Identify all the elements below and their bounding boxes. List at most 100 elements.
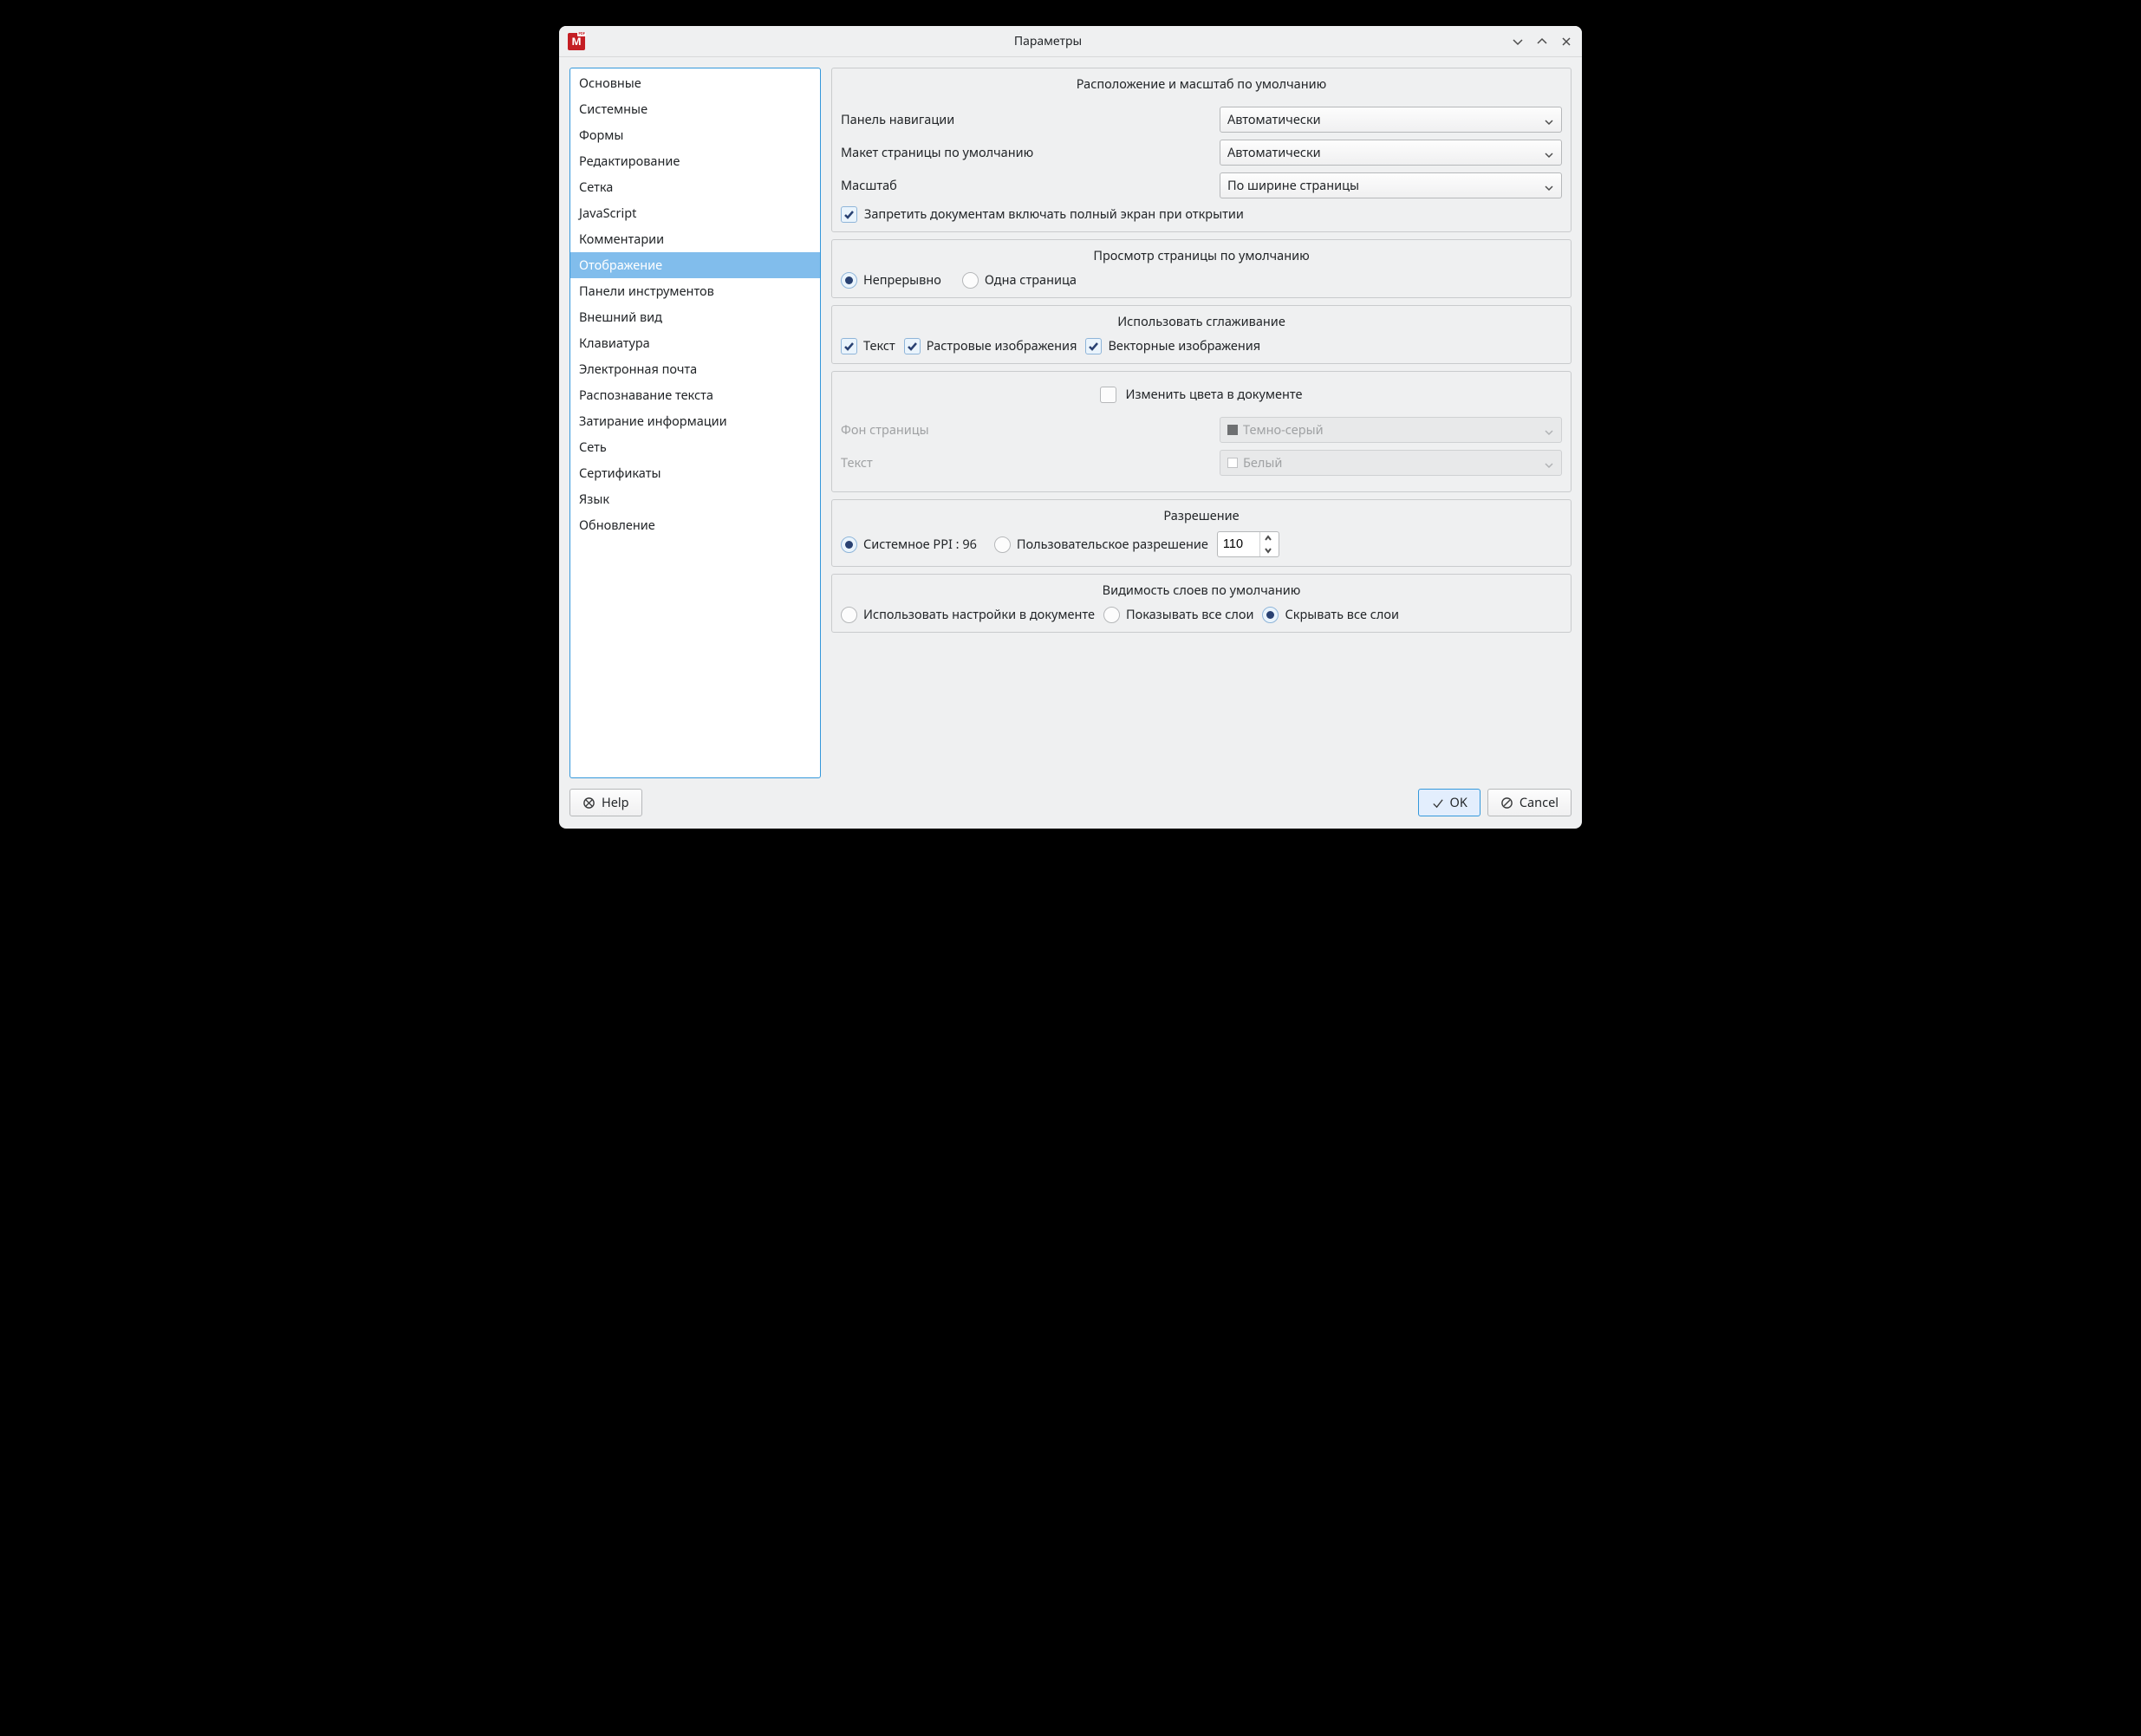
app-icon: M (568, 33, 585, 50)
text-color-label: Текст (841, 454, 1220, 471)
group-page-view: Просмотр страницы по умолчанию Непрерывн… (831, 239, 1572, 298)
ok-button-label: OK (1450, 794, 1467, 811)
show-all-layers-label: Показывать все слои (1126, 606, 1254, 623)
group-colors: Изменить цвета в документе Фон страницы … (831, 371, 1572, 492)
smooth-raster-label: Растровые изображения (927, 337, 1077, 354)
single-page-label: Одна страница (985, 271, 1077, 289)
hide-all-layers-radio[interactable] (1262, 607, 1279, 623)
window-title: Параметры (585, 33, 1511, 49)
close-icon[interactable] (1559, 35, 1573, 49)
spin-up-button[interactable] (1260, 532, 1277, 544)
group-layout-title: Расположение и масштаб по умолчанию (841, 74, 1562, 100)
system-ppi-label: Системное PPI : 96 (863, 536, 977, 553)
white-swatch-icon (1227, 458, 1238, 468)
sidebar-item-ocr[interactable]: Распознавание текста (570, 382, 820, 408)
dialog-footer: Help OK Cancel (559, 789, 1582, 829)
disable-fullscreen-checkbox[interactable] (841, 206, 857, 223)
page-bg-combo: Темно-серый (1220, 417, 1562, 443)
group-page-view-title: Просмотр страницы по умолчанию (841, 245, 1562, 271)
custom-resolution-input[interactable] (1218, 537, 1259, 551)
chevron-down-icon (1544, 425, 1554, 435)
group-smoothing-title: Использовать сглаживание (841, 311, 1562, 337)
system-ppi-radio[interactable] (841, 536, 857, 553)
sidebar-item-display[interactable]: Отображение (570, 252, 820, 278)
page-bg-value: Темно-серый (1227, 421, 1324, 439)
page-layout-label: Макет страницы по умолчанию (841, 144, 1220, 161)
sidebar-item-javascript[interactable]: JavaScript (570, 200, 820, 226)
sidebar-item-editing[interactable]: Редактирование (570, 148, 820, 174)
sidebar-item-email[interactable]: Электронная почта (570, 356, 820, 382)
sidebar-item-grid[interactable]: Сетка (570, 174, 820, 200)
settings-panel: Расположение и масштаб по умолчанию Пане… (831, 68, 1572, 778)
custom-resolution-spinbox[interactable] (1217, 531, 1279, 557)
group-layers-title: Видимость слоев по умолчанию (841, 580, 1562, 606)
maximize-icon[interactable] (1535, 35, 1549, 49)
help-icon (582, 796, 595, 809)
titlebar: M Параметры (559, 26, 1582, 57)
preferences-window: M Параметры Основные Системные Формы Ред… (559, 26, 1582, 829)
cancel-icon (1500, 796, 1513, 809)
group-smoothing: Использовать сглаживание Текст Растровые… (831, 305, 1572, 364)
page-layout-combo[interactable]: Автоматически (1220, 140, 1562, 166)
smooth-raster-checkbox[interactable] (904, 338, 921, 354)
change-colors-checkbox[interactable] (1100, 387, 1116, 403)
ok-button[interactable]: OK (1418, 789, 1480, 816)
custom-resolution-radio[interactable] (994, 536, 1011, 553)
page-layout-value: Автоматически (1227, 144, 1321, 161)
chevron-down-icon (1544, 180, 1554, 191)
sidebar-item-appearance[interactable]: Внешний вид (570, 304, 820, 330)
page-bg-label: Фон страницы (841, 421, 1220, 439)
smooth-vector-checkbox[interactable] (1085, 338, 1102, 354)
darkgray-swatch-icon (1227, 425, 1238, 435)
window-controls (1511, 35, 1573, 49)
sidebar-item-redaction[interactable]: Затирание информации (570, 408, 820, 434)
smooth-vector-label: Векторные изображения (1108, 337, 1260, 354)
nav-panel-combo[interactable]: Автоматически (1220, 107, 1562, 133)
sidebar-item-comments[interactable]: Комментарии (570, 226, 820, 252)
text-color-combo: Белый (1220, 450, 1562, 476)
group-layout: Расположение и масштаб по умолчанию Пане… (831, 68, 1572, 232)
single-page-radio[interactable] (962, 272, 979, 289)
spin-down-button[interactable] (1260, 544, 1277, 556)
sidebar-item-system[interactable]: Системные (570, 96, 820, 122)
zoom-value: По ширине страницы (1227, 177, 1359, 194)
group-layers: Видимость слоев по умолчанию Использоват… (831, 574, 1572, 633)
disable-fullscreen-label: Запретить документам включать полный экр… (864, 205, 1244, 223)
sidebar-item-keyboard[interactable]: Клавиатура (570, 330, 820, 356)
change-colors-label: Изменить цвета в документе (1125, 386, 1302, 403)
minimize-icon[interactable] (1511, 35, 1525, 49)
hide-all-layers-label: Скрывать все слои (1285, 606, 1399, 623)
sidebar-item-certificates[interactable]: Сертификаты (570, 460, 820, 486)
text-color-value: Белый (1227, 454, 1282, 471)
zoom-label: Масштаб (841, 177, 1220, 194)
group-resolution: Разрешение Системное PPI : 96 Пользовате… (831, 499, 1572, 567)
zoom-combo[interactable]: По ширине страницы (1220, 172, 1562, 198)
chevron-down-icon (1544, 147, 1554, 158)
use-doc-layers-label: Использовать настройки в документе (863, 606, 1095, 623)
category-sidebar: Основные Системные Формы Редактирование … (569, 68, 821, 778)
nav-panel-value: Автоматически (1227, 111, 1321, 128)
sidebar-item-network[interactable]: Сеть (570, 434, 820, 460)
cancel-button-label: Cancel (1520, 794, 1559, 811)
sidebar-item-toolbars[interactable]: Панели инструментов (570, 278, 820, 304)
continuous-radio[interactable] (841, 272, 857, 289)
help-button[interactable]: Help (569, 789, 642, 816)
check-icon (1431, 796, 1444, 809)
sidebar-item-language[interactable]: Язык (570, 486, 820, 512)
smooth-text-label: Текст (863, 337, 895, 354)
group-resolution-title: Разрешение (841, 505, 1562, 531)
cancel-button[interactable]: Cancel (1487, 789, 1572, 816)
use-doc-layers-radio[interactable] (841, 607, 857, 623)
continuous-label: Непрерывно (863, 271, 941, 289)
sidebar-item-update[interactable]: Обновление (570, 512, 820, 538)
custom-resolution-label: Пользовательское разрешение (1017, 536, 1208, 553)
smooth-text-checkbox[interactable] (841, 338, 857, 354)
sidebar-item-general[interactable]: Основные (570, 70, 820, 96)
chevron-down-icon (1544, 458, 1554, 468)
sidebar-item-forms[interactable]: Формы (570, 122, 820, 148)
content-area: Основные Системные Формы Редактирование … (559, 57, 1582, 789)
show-all-layers-radio[interactable] (1103, 607, 1120, 623)
help-button-label: Help (602, 794, 629, 811)
nav-panel-label: Панель навигации (841, 111, 1220, 128)
chevron-down-icon (1544, 114, 1554, 125)
